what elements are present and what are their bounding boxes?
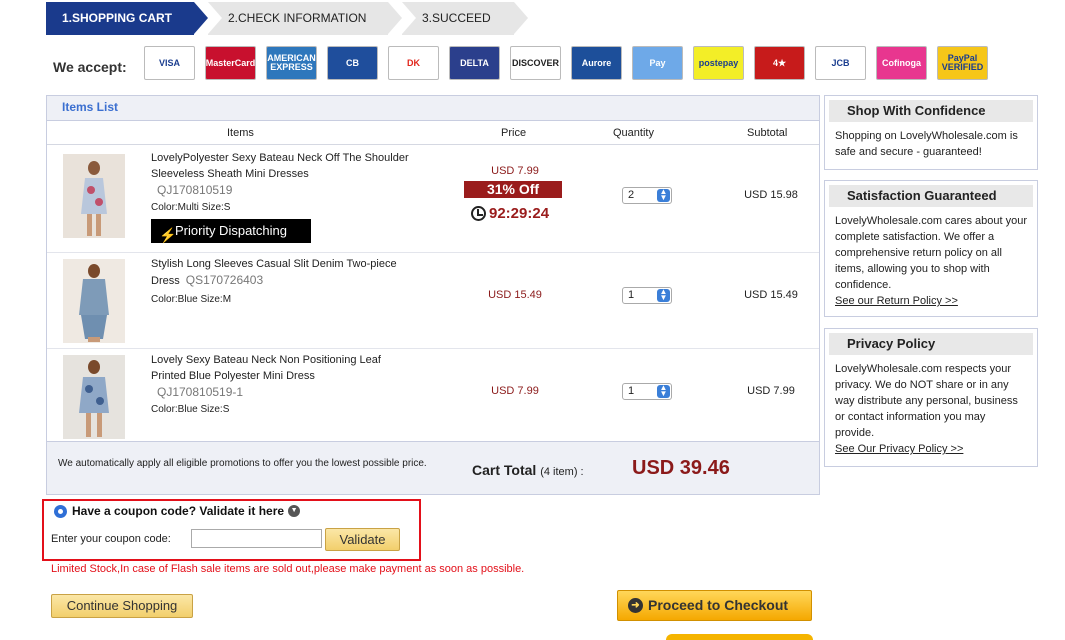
limited-stock-notice: Limited Stock,In case of Flash sale item…: [51, 563, 525, 575]
panel-body: Shopping on LovelyWholesale.com is safe …: [835, 130, 1018, 158]
panel-body: LovelyWholesale.com cares about your com…: [835, 215, 1027, 291]
amex-logo: AMERICAN EXPRESS: [266, 46, 317, 80]
row-subtotal: USD 7.99: [747, 385, 795, 397]
coupon-input[interactable]: [191, 529, 322, 548]
product-sku: QS170726403: [185, 273, 264, 287]
row-subtotal: USD 15.98: [744, 189, 798, 201]
arrow-right-icon: ➜: [628, 598, 643, 613]
privacy-policy-link[interactable]: See Our Privacy Policy >>: [835, 443, 963, 455]
product-price: USD 15.49: [488, 289, 542, 301]
cropped-button-edge: [666, 634, 813, 640]
product-name[interactable]: Stylish Long Sleeves Casual Slit Denim T…: [151, 256, 411, 289]
paysafe-logo: Pay: [632, 46, 683, 80]
visa-logo: VISA: [144, 46, 195, 80]
jcb-logo: JCB: [815, 46, 866, 80]
product-thumbnail[interactable]: [63, 154, 125, 238]
step-check-information: 2.CHECK INFORMATION: [208, 2, 402, 35]
product-attributes: Color:Multi Size:S: [151, 202, 231, 213]
discount-badge: 31% Off: [464, 181, 562, 198]
header-price: Price: [501, 127, 527, 139]
mastercard-logo: MasterCard: [205, 46, 256, 80]
postepay-logo: postepay: [693, 46, 744, 80]
delta-logo: DELTA: [449, 46, 500, 80]
header-quantity: Quantity: [613, 127, 654, 139]
quantity-select[interactable]: 1 ▲ ▼: [622, 383, 672, 400]
items-list-title: Items List: [62, 100, 119, 114]
quantity-select[interactable]: 2 ▲ ▼: [622, 187, 672, 204]
discover-logo: DISCOVER: [510, 46, 561, 80]
checkout-steps: 1.SHOPPING CART 2.CHECK INFORMATION 3.SU…: [46, 2, 528, 35]
validate-button[interactable]: Validate: [325, 528, 400, 551]
chevron-down-icon[interactable]: ▼: [288, 505, 301, 517]
product-sku: QJ170810519-1: [157, 385, 244, 399]
table-header: Items Price Quantity Subtotal: [47, 121, 819, 145]
panel-body: LovelyWholesale.com respects your privac…: [835, 363, 1018, 439]
product-price: USD 7.99: [491, 165, 539, 177]
coupon-toggle[interactable]: Have a coupon code? Validate it here ▼: [54, 504, 301, 518]
cart-item-count: (4 item) :: [540, 466, 584, 478]
stepper-arrows-icon: ▲ ▼: [657, 288, 670, 302]
row-divider: [47, 252, 819, 253]
header-items: Items: [227, 127, 254, 139]
payment-logos: VISA MasterCard AMERICAN EXPRESS CB DK DELTA D…: [144, 46, 998, 80]
quantity-select[interactable]: 1 ▲ ▼: [622, 287, 672, 304]
header-subtotal: Subtotal: [747, 127, 788, 139]
flash-sale-timer: 92:29:24: [471, 205, 549, 222]
radio-selected-icon[interactable]: [54, 504, 67, 518]
panel-title: Privacy Policy: [829, 333, 1033, 355]
product-attributes: Color:Blue Size:M: [151, 294, 232, 305]
cb-logo: CB: [327, 46, 378, 80]
shop-with-confidence-panel: Shop With Confidence Shopping on LovelyW…: [824, 95, 1038, 170]
we-accept-label: We accept:: [53, 59, 127, 75]
continue-shopping-button[interactable]: Continue Shopping: [51, 594, 193, 618]
coupon-label: Enter your coupon code:: [51, 533, 171, 545]
coupon-section: Have a coupon code? Validate it here ▼ E…: [42, 499, 421, 561]
aurore-logo: Aurore: [571, 46, 622, 80]
stepper-arrows-icon: ▲ ▼: [657, 384, 670, 398]
row-divider: [47, 348, 819, 349]
product-attributes: Color:Blue Size:S: [151, 404, 230, 415]
paypal-verified-logo: PayPal VERIFIED: [937, 46, 988, 80]
step-shopping-cart: 1.SHOPPING CART: [46, 2, 208, 35]
panel-title: Shop With Confidence: [829, 100, 1033, 122]
cart-total-amount: USD 39.46: [632, 457, 730, 479]
priority-dispatching-badge: ⚡ Priority Dispatching: [151, 219, 311, 243]
step-succeed: 3.SUCCEED: [402, 2, 528, 35]
satisfaction-guaranteed-panel: Satisfaction Guaranteed LovelyWholesale.…: [824, 180, 1038, 317]
lightning-icon: ⚡: [159, 227, 177, 243]
items-table: Items Price Quantity Subtotal LovelyPoly…: [47, 120, 819, 442]
cart-total-label: Cart Total (4 item) :: [472, 462, 584, 478]
row-subtotal: USD 15.49: [744, 289, 798, 301]
4etoiles-logo: 4★: [754, 46, 805, 80]
privacy-policy-panel: Privacy Policy LovelyWholesale.com respe…: [824, 328, 1038, 467]
product-thumbnail[interactable]: [63, 355, 125, 439]
proceed-to-checkout-button[interactable]: ➜ Proceed to Checkout: [617, 590, 812, 621]
dankort-logo: DK: [388, 46, 439, 80]
product-name[interactable]: LovelyPolyester Sexy Bateau Neck Off The…: [151, 150, 411, 199]
panel-title: Satisfaction Guaranteed: [829, 185, 1033, 207]
product-price: USD 7.99: [491, 385, 539, 397]
product-name[interactable]: Lovely Sexy Bateau Neck Non Positioning …: [151, 352, 411, 401]
stepper-arrows-icon: ▲ ▼: [657, 188, 670, 202]
return-policy-link[interactable]: See our Return Policy >>: [835, 295, 958, 307]
clock-icon: [471, 206, 486, 221]
product-sku: QJ170810519: [157, 183, 233, 197]
cofinoga-logo: Cofinoga: [876, 46, 927, 80]
promotion-note: We automatically apply all eligible prom…: [58, 458, 427, 469]
items-list: Items List Items Price Quantity Subtotal…: [46, 95, 820, 495]
product-thumbnail[interactable]: [63, 259, 125, 343]
